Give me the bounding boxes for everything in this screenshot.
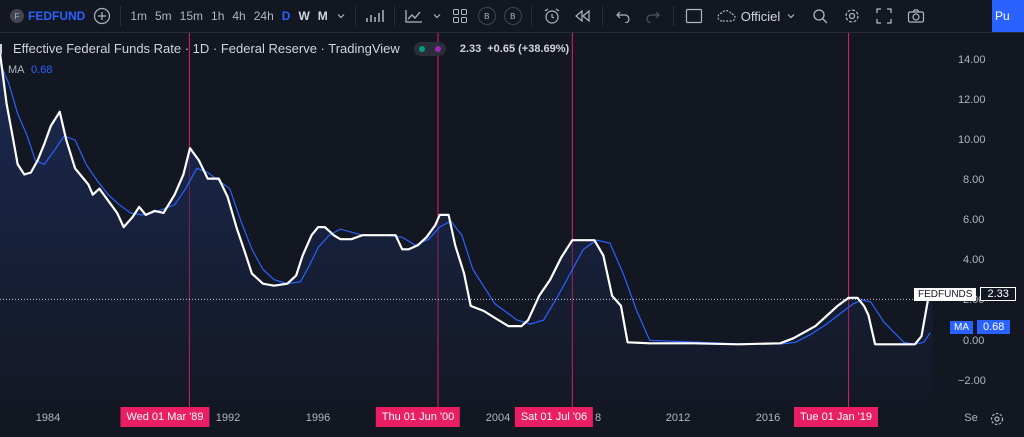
interval-m[interactable]: M xyxy=(314,0,332,32)
fullscreen-rect-icon[interactable] xyxy=(679,0,709,32)
b-circle-icon[interactable]: B xyxy=(500,0,526,32)
chevron-down-icon[interactable] xyxy=(428,0,446,32)
time-tick: 1992 xyxy=(215,412,241,424)
time-tick: 1996 xyxy=(305,412,331,424)
search-icon[interactable] xyxy=(804,0,836,32)
time-tick: 2016 xyxy=(755,412,781,424)
alarm-icon[interactable] xyxy=(537,0,567,32)
collapse-icon[interactable] xyxy=(0,43,12,54)
chevron-down-icon[interactable] xyxy=(332,0,350,32)
top-toolbar: F FEDFUND 1m 5m 15m 1h 4h 24h D W M B B xyxy=(0,0,1024,33)
interval-w[interactable]: W xyxy=(294,0,313,32)
symbol-price-tag: FEDFUNDS 2.33 xyxy=(914,287,1016,301)
layout-grid-icon[interactable] xyxy=(446,0,474,32)
compare-add-icon[interactable] xyxy=(89,0,115,32)
price-tick: 8.00 xyxy=(963,174,985,186)
price-tick: 4.00 xyxy=(963,254,985,266)
interval-24h[interactable]: 24h xyxy=(250,0,278,32)
interval-4h[interactable]: 4h xyxy=(228,0,249,32)
cloud-icon xyxy=(717,10,736,22)
chart-style-label: Officiel xyxy=(740,8,781,24)
time-tick: 1984 xyxy=(35,412,61,424)
b-circle-icon[interactable]: B xyxy=(474,0,500,32)
ma-tag-label: MA xyxy=(950,320,973,334)
symbol-name: FEDFUND xyxy=(28,9,86,23)
replay-icon[interactable] xyxy=(567,0,597,32)
symbol-badge-icon: F xyxy=(10,9,24,23)
interval-15m[interactable]: 15m xyxy=(176,0,207,32)
price-tick: −2.00 xyxy=(958,375,986,387)
chart-style-dropdown[interactable]: Officiel xyxy=(709,0,801,32)
ma-value: 0.68 xyxy=(30,64,53,76)
symbol-tag-value: 2.33 xyxy=(980,287,1016,301)
crosshair-date-label: Sat 01 Jul '06 xyxy=(514,407,594,427)
symbol-search[interactable]: F FEDFUND xyxy=(0,0,89,32)
price-tick: 6.00 xyxy=(963,214,985,226)
time-tick: Se xyxy=(964,412,978,424)
price-chart[interactable] xyxy=(0,33,1024,437)
time-tick: 2004 xyxy=(485,412,511,424)
ma-tag-value: 0.68 xyxy=(977,320,1011,334)
time-tick: 8 xyxy=(594,412,602,424)
crosshair-date-label: Tue 01 Jan '19 xyxy=(793,407,879,427)
ma-price-tag: MA 0.68 xyxy=(950,320,1011,334)
separator xyxy=(601,6,603,26)
chart-legend: Effective Federal Funds Rate · 1D · Fede… xyxy=(0,41,569,56)
separator xyxy=(393,6,395,26)
visibility-toggle-icon[interactable] xyxy=(413,41,446,56)
separator xyxy=(530,6,532,26)
publish-button[interactable]: Pu xyxy=(992,0,1024,32)
series-title: Effective Federal Funds Rate · 1D · Fede… xyxy=(13,41,400,56)
undo-icon[interactable] xyxy=(608,0,638,32)
time-tick: 2012 xyxy=(665,412,691,424)
chart-type-icon[interactable] xyxy=(361,0,389,32)
separator xyxy=(672,6,674,26)
interval-d[interactable]: D xyxy=(278,0,295,32)
symbol-tag-label: FEDFUNDS xyxy=(914,287,977,301)
indicators-icon[interactable] xyxy=(400,0,428,32)
settings-gear-icon[interactable] xyxy=(989,411,1005,432)
separator xyxy=(354,6,356,26)
expand-icon[interactable] xyxy=(868,0,900,32)
ma-label: MA xyxy=(8,64,24,76)
interval-1m[interactable]: 1m xyxy=(126,0,151,32)
crosshair-date-label: Thu 01 Jun '00 xyxy=(375,407,461,427)
gear-icon[interactable] xyxy=(836,0,868,32)
price-tick: 10.00 xyxy=(958,134,986,146)
b-label: B xyxy=(503,7,522,25)
separator xyxy=(120,6,122,26)
camera-icon[interactable] xyxy=(900,0,932,32)
interval-5m[interactable]: 5m xyxy=(151,0,176,32)
price-tick: 0.00 xyxy=(963,335,985,347)
chevron-down-icon xyxy=(787,14,795,19)
redo-icon[interactable] xyxy=(638,0,668,32)
price-tick: 12.00 xyxy=(958,94,986,106)
change-value: +0.65 (+38.69%) xyxy=(487,42,570,55)
price-area xyxy=(0,53,933,407)
interval-1h[interactable]: 1h xyxy=(207,0,228,32)
last-value: 2.33 xyxy=(459,42,482,55)
crosshair-date-label: Wed 01 Mar '89 xyxy=(120,407,210,427)
price-tick: 14.00 xyxy=(958,54,986,66)
b-label: B xyxy=(477,7,496,25)
ma-legend: MA 0.68 xyxy=(8,64,52,76)
